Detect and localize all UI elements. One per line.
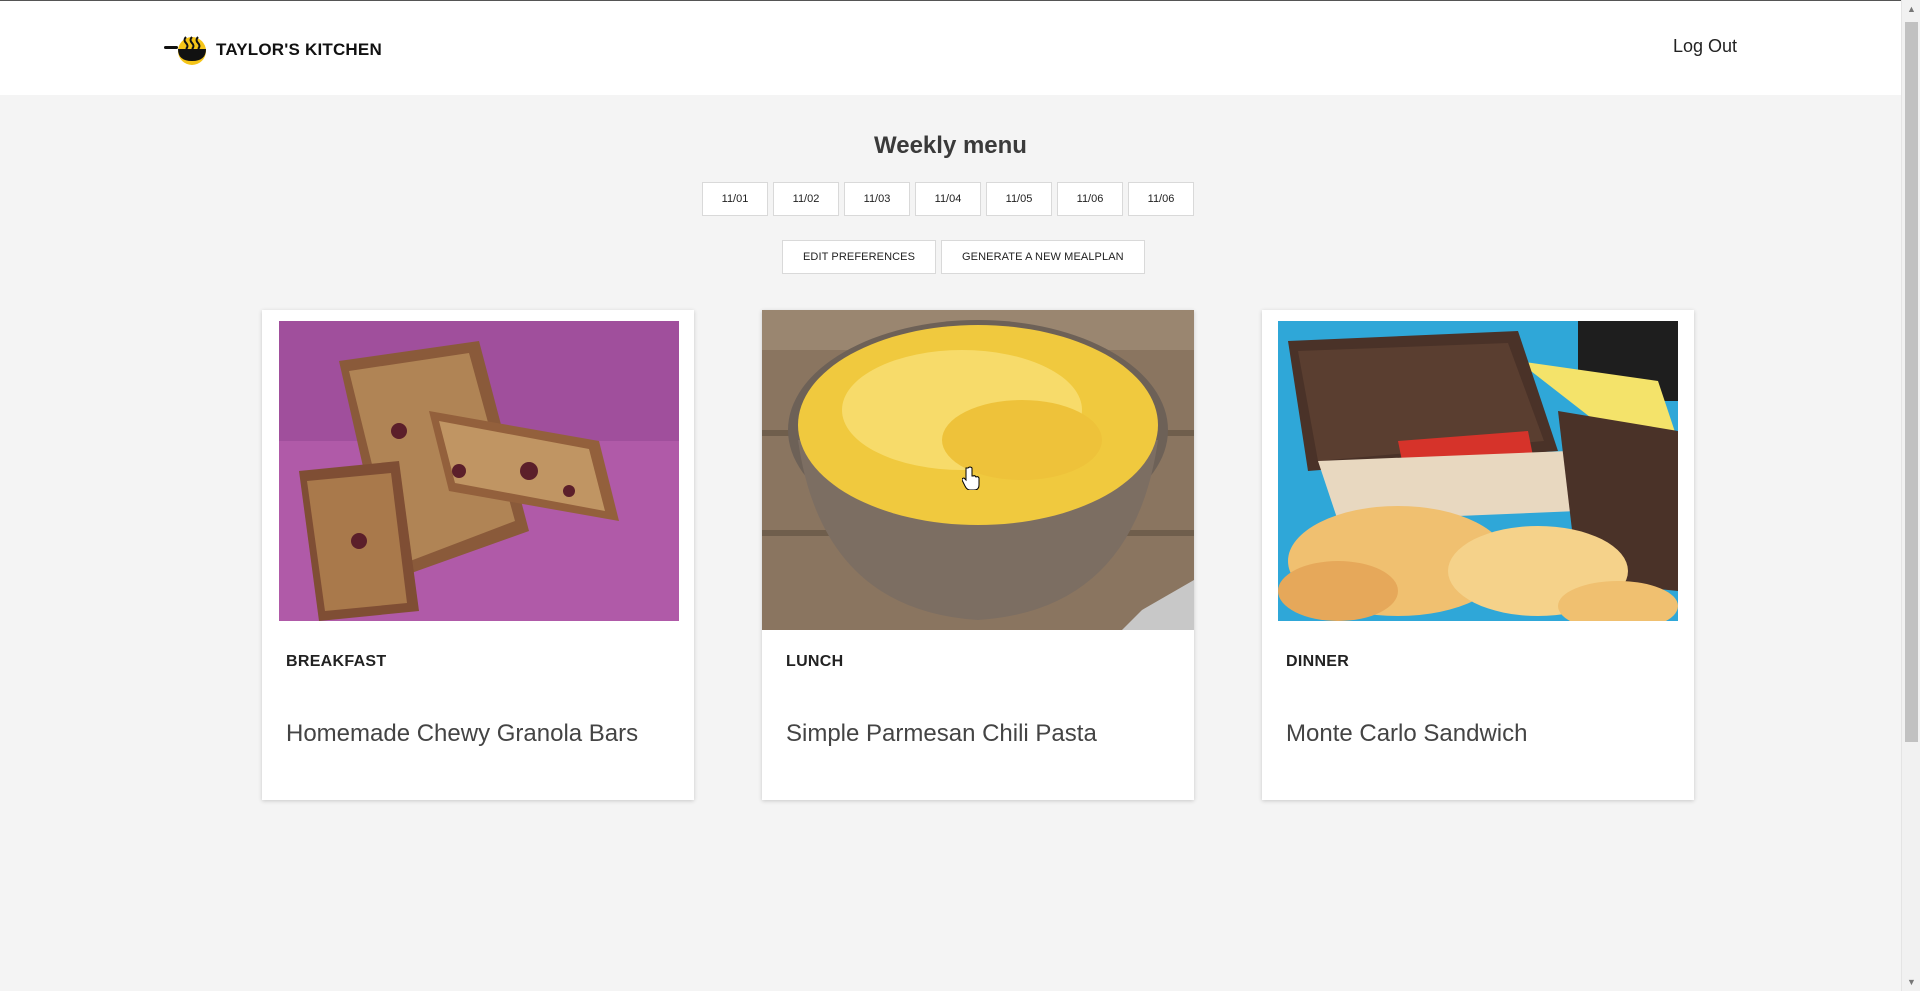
meal-card-breakfast[interactable]: BREAKFAST Homemade Chewy Granola Bars [262,310,694,800]
generate-mealplan-button[interactable]: GENERATE A NEW MEALPLAN [941,240,1145,274]
scrollbar-thumb[interactable] [1905,22,1918,742]
edit-preferences-button[interactable]: EDIT PREFERENCES [782,240,937,274]
meal-type-label: BREAKFAST [286,653,387,670]
recipe-name[interactable]: Monte Carlo Sandwich [1286,720,1527,748]
date-button[interactable]: 11/02 [773,182,839,216]
date-button[interactable]: 11/03 [844,182,910,216]
meal-type-label: LUNCH [786,653,844,670]
recipe-name[interactable]: Homemade Chewy Granola Bars [286,720,638,748]
date-button[interactable]: 11/05 [986,182,1052,216]
scroll-down-icon[interactable]: ▼ [1902,973,1920,991]
mealplan-actions: EDIT PREFERENCES GENERATE A NEW MEALPLAN [782,240,1145,274]
brand-name: TAYLOR'S KITCHEN [216,40,382,59]
logout-link[interactable]: Log Out [1660,33,1750,59]
date-selector: 11/01 11/02 11/03 11/04 11/05 11/06 11/0… [702,182,1194,216]
hand-pointer-cursor-icon [962,466,980,490]
date-button[interactable]: 11/06 [1128,182,1194,216]
recipe-name[interactable]: Simple Parmesan Chili Pasta [786,720,1097,748]
meal-card-lunch[interactable]: LUNCH Simple Parmesan Chili Pasta [762,310,1194,800]
vertical-scrollbar[interactable]: ▲ ▼ [1901,0,1920,991]
frying-pan-logo-icon [164,36,206,65]
page-title: Weekly menu [874,132,1027,159]
monte-carlo-sandwich-photo [1278,321,1678,621]
brand-logo[interactable]: TAYLOR'S KITCHEN [164,33,382,67]
granola-bars-photo [279,321,679,621]
meal-card-dinner[interactable]: DINNER Monte Carlo Sandwich [1262,310,1694,800]
date-button[interactable]: 11/06 [1057,182,1123,216]
date-button[interactable]: 11/04 [915,182,981,216]
scroll-up-icon[interactable]: ▲ [1902,0,1920,18]
meal-type-label: DINNER [1286,653,1350,670]
date-button[interactable]: 11/01 [702,182,768,216]
site-header: TAYLOR'S KITCHEN Log Out [0,1,1901,95]
